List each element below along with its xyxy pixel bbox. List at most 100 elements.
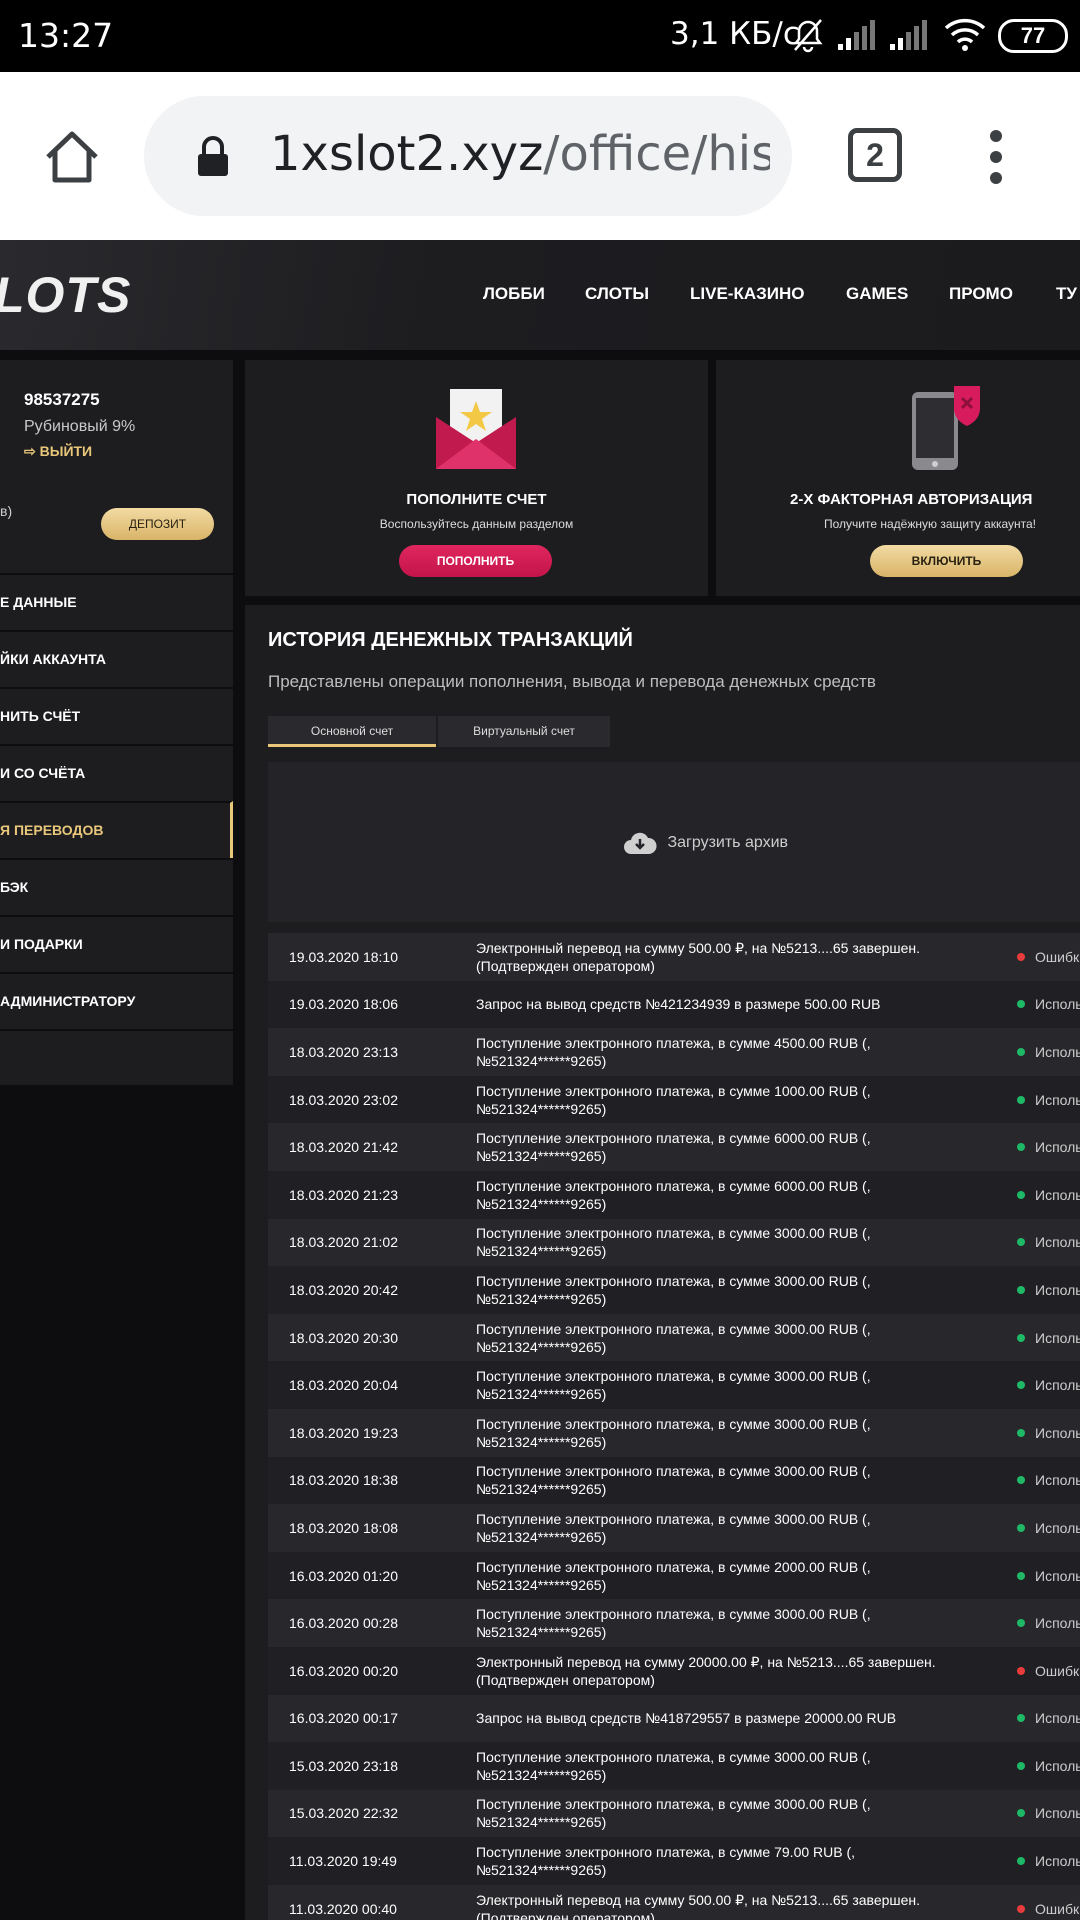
tab-virtual-account[interactable]: Виртуальный счет [438,716,610,747]
tx-date: 15.03.2020 23:18 [289,1757,398,1774]
tx-status: Использован [1017,1695,1080,1743]
tx-description: Поступление электронного платежа, в сумм… [476,1130,871,1165]
menu-item-bonuses[interactable]: И ПОДАРКИ [0,915,233,972]
download-archive-label: Загрузить архив [667,834,789,852]
tx-description: Запрос на вывод средств №418729557 в раз… [476,1710,897,1727]
tx-date: 18.03.2020 20:04 [289,1377,398,1394]
status-dot-icon [1017,1571,1025,1580]
transactions-table: 19.03.2020 18:10 Электронный перевод на с… [268,933,1080,1920]
tx-date: 15.03.2020 22:32 [289,1805,398,1822]
logout-link[interactable]: ⇨ ВЫЙТИ [24,443,92,460]
tx-description: Поступление электронного платежа, в сумм… [476,1844,856,1879]
account-level: Рубиновый 9% [24,418,136,435]
nav-games[interactable]: GAMES [846,284,908,304]
tab-main-account[interactable]: Основной счет [268,716,436,747]
header-separator [0,350,1080,360]
status-net-speed: 3,1 КБ/с [670,16,800,52]
status-dot-icon [1017,1428,1025,1437]
tx-status: Использован [1017,1219,1080,1267]
nav-slots[interactable]: СЛОТЫ [585,284,649,304]
url-path: /office/history [543,126,770,182]
bell-off-icon [793,19,823,53]
table-row: 18.03.2020 18:38 Поступление электронного… [268,1456,1080,1505]
status-dot-icon [1017,1095,1025,1104]
tx-date: 18.03.2020 20:42 [289,1281,398,1298]
tx-status: Использован [1017,1028,1080,1076]
status-dot-icon [1017,1238,1025,1247]
download-archive-button[interactable]: Загрузить архив [623,830,788,856]
menu-item-personal-data[interactable]: Е ДАННЫЕ [0,573,233,630]
enable-2fa-button[interactable]: ВКЛЮЧИТЬ [870,545,1023,577]
tx-date: 18.03.2020 18:08 [289,1519,398,1536]
tab-switcher-button[interactable]: 2 [848,128,902,182]
tx-date: 16.03.2020 01:20 [289,1567,398,1584]
table-row: 18.03.2020 21:42 Поступление электронного… [268,1123,1080,1171]
lock-icon [198,136,228,176]
url-text[interactable]: 1xslot2.xyz/office/history [270,126,770,182]
status-time: 13:27 [18,16,114,55]
status-dot-icon [1017,1714,1025,1723]
deposit-button[interactable]: ДЕПОЗИТ [101,508,214,540]
tx-date: 18.03.2020 19:23 [289,1424,398,1441]
nav-live-casino[interactable]: LIVE-КАЗИНО [690,284,804,304]
menu-item-cashback[interactable]: БЭК [0,858,233,915]
tx-status-label: Использован [1035,1805,1080,1822]
wifi-icon [944,18,986,51]
menu-item-deposit[interactable]: НИТЬ СЧЁТ [0,687,233,744]
tx-date: 18.03.2020 20:30 [289,1329,398,1346]
status-dot-icon [1017,1666,1025,1675]
table-row: 18.03.2020 20:42 Поступление электронного… [268,1266,1080,1314]
tx-status: Использован [1017,981,1080,1029]
tx-status: Использован [1017,1552,1080,1600]
status-dot-icon [1017,1523,1025,1532]
tx-description: Электронный перевод на сумму 500.00 ₽, н… [476,939,921,974]
tx-description: Поступление электронного платежа, в сумм… [476,1558,871,1593]
topup-button[interactable]: ПОПОЛНИТЬ [399,545,552,577]
nav-promo[interactable]: ПРОМО [949,284,1013,304]
table-row: 18.03.2020 19:23 Поступление электронного… [268,1408,1080,1457]
tx-status: Использован [1017,1599,1080,1647]
tx-description: Запрос на вывод средств №421234939 в раз… [476,996,881,1013]
browser-toolbar: 1xslot2.xyz/office/history 2 [0,72,1080,240]
table-row: 16.03.2020 01:20 Поступление электронного… [268,1551,1080,1600]
account-sidebar: 98537275 Рубиновый 9% ⇨ ВЫЙТИ в) ДЕПОЗИТ… [0,360,233,1085]
tx-status: Использован [1017,1314,1080,1362]
site-logo[interactable]: LOTS [0,266,131,324]
status-dot-icon [1017,1857,1025,1866]
tx-description: Поступление электронного платежа, в сумм… [476,1082,871,1117]
tx-status-label: Использован [1035,1757,1080,1774]
tx-status-label: Ошибка [1035,1900,1080,1917]
tx-status: Использован [1017,1790,1080,1838]
tx-description: Поступление электронного платежа, в сумм… [476,1606,871,1641]
address-bar[interactable]: 1xslot2.xyz/office/history [144,96,792,216]
url-host: 1xslot2.xyz [270,126,544,182]
tx-status-label: Использован [1035,996,1080,1013]
tx-status-label: Использован [1035,1615,1080,1632]
tx-status: Использован [1017,1266,1080,1314]
menu-item-transfer-history[interactable]: Я ПЕРЕВОДОВ [0,801,233,858]
nav-tournaments[interactable]: ТУ [1056,284,1077,304]
menu-item-account-settings[interactable]: ЙКИ АККАУНТА [0,630,233,687]
status-dot-icon [1017,1285,1025,1294]
tx-status-label: Использован [1035,1472,1080,1489]
site-header: LOTS ЛОББИ СЛОТЫ LIVE-КАЗИНО GAMES ПРОМО… [0,240,1080,350]
tx-date: 19.03.2020 18:06 [289,996,398,1013]
tx-status-label: Использован [1035,1853,1080,1870]
nav-lobby[interactable]: ЛОББИ [483,284,545,304]
table-row: 19.03.2020 18:06 Запрос на вывод средств … [268,980,1080,1029]
menu-item-contact-admin[interactable]: АДМИНИСТРАТОРУ [0,972,233,1029]
tx-description: Поступление электронного платежа, в сумм… [476,1748,871,1783]
table-row: 18.03.2020 21:02 Поступление электронного… [268,1218,1080,1267]
tx-status-label: Использован [1035,1234,1080,1251]
tx-date: 18.03.2020 18:38 [289,1472,398,1489]
menu-item-withdraw[interactable]: И СО СЧЁТА [0,744,233,801]
tx-status-label: Использован [1035,1139,1080,1156]
tx-status: Использован [1017,1504,1080,1552]
status-dot-icon [1017,1619,1025,1628]
home-icon[interactable] [42,127,102,187]
more-vert-icon[interactable] [982,130,1010,186]
deposit-card-subtitle: Воспользуйтесь данным разделом [379,517,574,531]
tx-status: Ошибка [1017,1647,1080,1695]
logout-label: ВЫЙТИ [39,443,93,459]
tx-date: 18.03.2020 21:42 [289,1139,398,1156]
